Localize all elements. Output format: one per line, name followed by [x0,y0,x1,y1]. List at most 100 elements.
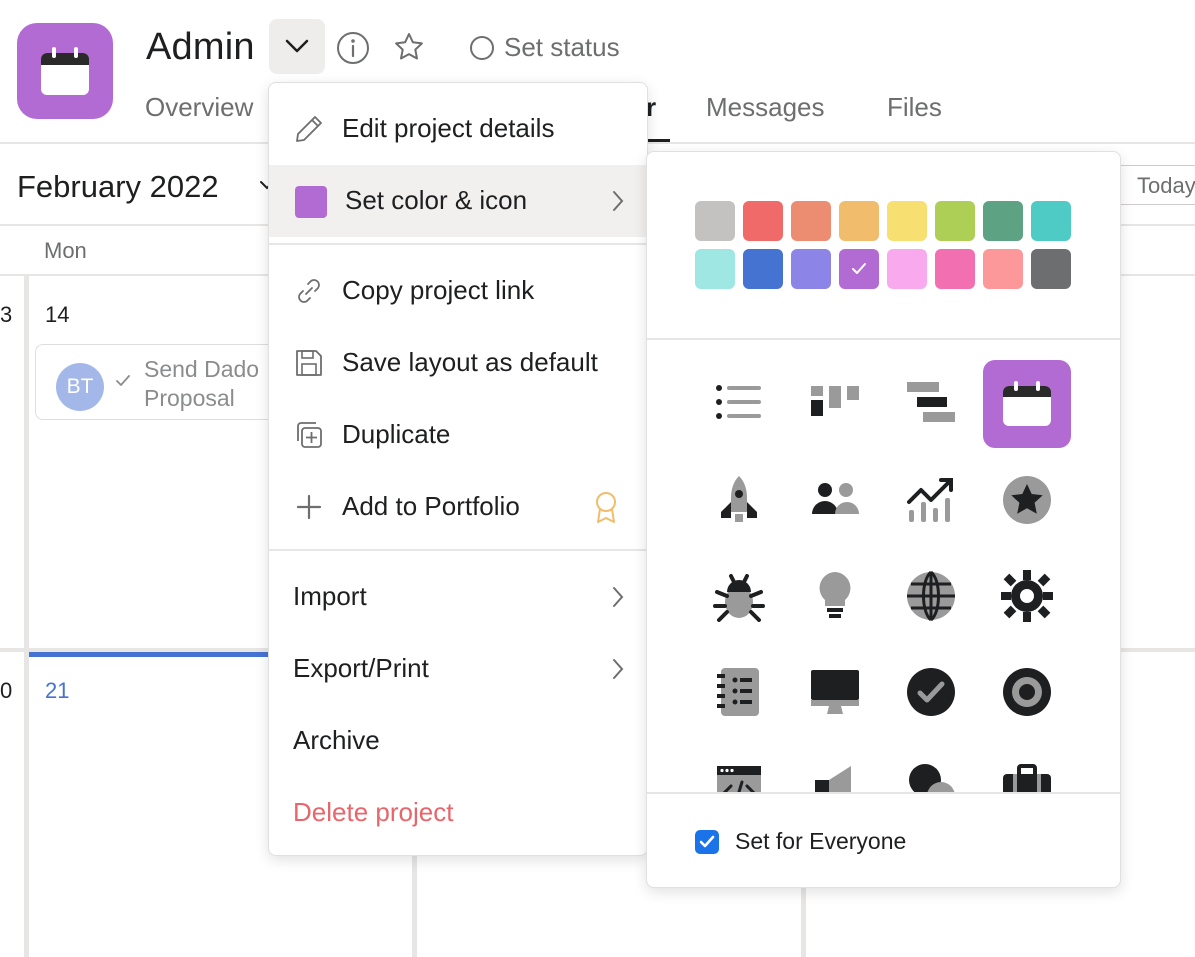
today-button[interactable]: Today [1110,165,1195,205]
icon-option-star[interactable] [983,456,1071,544]
tab-overview[interactable]: Overview [145,92,253,123]
icon-picker-grid [647,340,1120,792]
pencil-icon [296,116,322,142]
menu-item-export-print[interactable]: Export/Print [269,633,647,705]
color-swatch[interactable] [887,201,927,241]
icon-option-computer[interactable] [791,648,879,736]
check-circle-icon [907,668,955,716]
menu-item-label: Set color & icon [345,185,528,215]
icon-option-growth-chart[interactable] [887,456,975,544]
color-swatch[interactable] [887,249,927,289]
icon-option-lightbulb[interactable] [791,552,879,640]
set-for-everyone-option[interactable]: Set for Everyone [695,828,906,855]
color-swatch[interactable] [983,249,1023,289]
date-number: 14 [45,302,70,327]
menu-item-add-to-portfolio[interactable]: Add to Portfolio [269,471,647,543]
project-icon[interactable] [17,23,113,119]
color-icon-panel: Set for Everyone [646,151,1121,888]
icon-option-rocket[interactable] [695,456,783,544]
menu-item-set-color-icon[interactable]: Set color & icon [269,165,647,237]
shapes-icon [909,764,955,792]
icon-option-code-window[interactable] [695,744,783,792]
globe-icon [907,570,955,622]
menu-item-import[interactable]: Import [269,561,647,633]
icon-option-board[interactable] [791,360,879,448]
gear-icon [1001,570,1053,622]
color-swatch[interactable] [743,249,783,289]
menu-item-archive[interactable]: Archive [269,705,647,777]
icon-option-timeline[interactable] [887,360,975,448]
icon-option-calendar-selected[interactable] [983,360,1071,448]
chevron-down-icon [285,39,309,53]
menu-item-edit-project-details[interactable]: Edit project details [269,93,647,165]
color-swatch-selected[interactable] [839,249,879,289]
project-actions-dropdown-button[interactable] [269,19,325,74]
icon-option-megaphone[interactable] [791,744,879,792]
star-icon [1003,476,1051,524]
color-swatch[interactable] [935,249,975,289]
icon-option-gear[interactable] [983,552,1071,640]
icon-option-list[interactable] [695,360,783,448]
megaphone-icon [815,766,851,792]
rocket-icon [721,476,757,522]
task-title-line: Send Dado [144,356,260,382]
tab-files[interactable]: Files [887,92,942,123]
color-swatch[interactable] [1031,249,1071,289]
set-status-label: Set status [504,32,620,62]
target-icon [1003,668,1051,716]
set-for-everyone-checkbox[interactable] [695,829,719,854]
set-status-button[interactable]: Set status [470,32,620,63]
menu-item-label: Copy project link [342,275,535,305]
color-swatch[interactable] [695,249,735,289]
icon-option-briefcase[interactable] [983,744,1071,792]
tab-messages[interactable]: Messages [706,92,825,123]
icon-option-notebook[interactable] [695,648,783,736]
color-swatch[interactable] [791,249,831,289]
menu-item-delete-project[interactable]: Delete project [269,777,647,849]
icon-option-people[interactable] [791,456,879,544]
code-window-icon [717,766,761,792]
color-swatch[interactable] [839,201,879,241]
task-title-line: Proposal [144,385,235,411]
color-swatch[interactable] [983,201,1023,241]
star-outline-icon [395,33,423,60]
premium-badge-icon [596,492,616,523]
favorite-button[interactable] [393,31,425,68]
icon-option-shapes[interactable] [887,744,975,792]
project-actions-menu: Edit project details Set color & icon Co… [268,82,648,856]
color-swatch-icon [295,186,327,218]
icon-option-bug[interactable] [695,552,783,640]
month-label[interactable]: February 2022 [17,169,219,205]
menu-item-save-layout-as-default[interactable]: Save layout as default [269,327,647,399]
menu-item-duplicate[interactable]: Duplicate [269,399,647,471]
menu-divider [269,549,647,551]
color-swatch[interactable] [743,201,783,241]
icon-option-globe[interactable] [887,552,975,640]
color-swatch[interactable] [935,201,975,241]
task-card[interactable]: BT Send Dado Proposal [35,344,275,420]
menu-item-label: Add to Portfolio [342,491,520,521]
people-icon [812,483,859,514]
check-icon [852,263,866,274]
menu-item-label: Save layout as default [342,347,598,377]
icon-option-target[interactable] [983,648,1071,736]
check-icon[interactable] [115,373,131,389]
status-circle-icon [470,35,494,60]
set-for-everyone-label: Set for Everyone [735,828,907,854]
project-title[interactable]: Admin [146,26,255,69]
color-swatch[interactable] [695,201,735,241]
color-swatch[interactable] [791,201,831,241]
project-info-button[interactable] [336,31,370,70]
icon-option-check-circle[interactable] [887,648,975,736]
chevron-right-icon [613,191,624,211]
bug-icon [713,574,765,622]
duplicate-icon [297,422,322,448]
menu-item-label: Export/Print [293,653,429,683]
task-title: Send Dado Proposal [144,355,259,413]
lightbulb-icon [819,572,851,618]
panel-divider [647,792,1120,794]
menu-divider [269,243,647,245]
color-swatch[interactable] [1031,201,1071,241]
menu-item-copy-project-link[interactable]: Copy project link [269,255,647,327]
menu-item-label: Import [293,581,367,611]
